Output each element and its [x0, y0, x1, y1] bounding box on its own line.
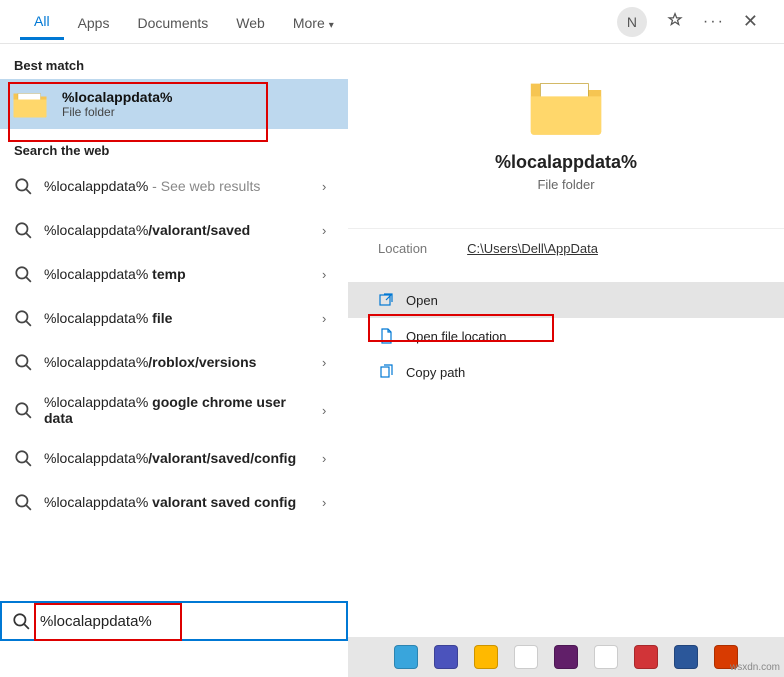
- result-text: %localappdata% - See web results: [44, 178, 310, 194]
- result-text: %localappdata% file: [44, 310, 310, 326]
- search-icon: [14, 401, 32, 419]
- tab-more[interactable]: More▾: [279, 5, 348, 39]
- search-web-header: Search the web: [0, 129, 348, 164]
- result-text: %localappdata%/valorant/saved/config: [44, 450, 310, 466]
- chevron-right-icon[interactable]: ›: [322, 451, 334, 466]
- search-icon: [14, 177, 32, 195]
- chevron-right-icon[interactable]: ›: [322, 311, 334, 326]
- search-icon: [12, 612, 30, 630]
- result-text: %localappdata% google chrome user data: [44, 394, 310, 426]
- taskbar-tool-icon[interactable]: [634, 645, 658, 669]
- taskbar-explorer-icon[interactable]: [474, 645, 498, 669]
- result-item[interactable]: %localappdata%/valorant/saved/config ›: [0, 436, 348, 480]
- preview-subtitle: File folder: [537, 177, 594, 192]
- taskbar-edge-icon[interactable]: [394, 645, 418, 669]
- search-icon: [14, 221, 32, 239]
- folder-icon: [12, 89, 48, 119]
- action-open[interactable]: Open: [348, 282, 784, 318]
- result-text: %localappdata%/valorant/saved: [44, 222, 310, 238]
- chevron-right-icon[interactable]: ›: [322, 495, 334, 510]
- best-match-subtitle: File folder: [62, 105, 172, 119]
- result-item[interactable]: %localappdata%/valorant/saved ›: [0, 208, 348, 252]
- result-item[interactable]: %localappdata% valorant saved config ›: [0, 480, 348, 524]
- action-open-location-label: Open file location: [406, 329, 506, 344]
- result-item[interactable]: %localappdata% file ›: [0, 296, 348, 340]
- open-icon: [378, 292, 394, 308]
- best-match-title: %localappdata%: [62, 89, 172, 105]
- avatar[interactable]: N: [617, 7, 647, 37]
- location-value[interactable]: C:\Users\Dell\AppData: [467, 241, 598, 256]
- more-options-icon[interactable]: ···: [703, 13, 725, 31]
- search-tabs: All Apps Documents Web More▾ N ··· ✕: [0, 0, 784, 44]
- taskbar-word-icon[interactable]: [674, 645, 698, 669]
- chevron-down-icon: ▾: [329, 20, 334, 31]
- result-item[interactable]: %localappdata% - See web results ›: [0, 164, 348, 208]
- action-copy-path[interactable]: Copy path: [348, 354, 784, 390]
- chevron-right-icon[interactable]: ›: [322, 179, 334, 194]
- search-icon: [14, 493, 32, 511]
- tab-all[interactable]: All: [20, 3, 64, 40]
- location-row: Location C:\Users\Dell\AppData: [348, 228, 784, 268]
- result-item[interactable]: %localappdata%/roblox/versions ›: [0, 340, 348, 384]
- tab-web[interactable]: Web: [222, 5, 279, 39]
- preview-title: %localappdata%: [495, 152, 637, 173]
- result-item[interactable]: %localappdata% temp ›: [0, 252, 348, 296]
- taskbar-teams-icon[interactable]: [434, 645, 458, 669]
- action-copy-path-label: Copy path: [406, 365, 465, 380]
- search-input[interactable]: [40, 613, 336, 630]
- chevron-right-icon[interactable]: ›: [322, 355, 334, 370]
- tab-documents[interactable]: Documents: [123, 5, 222, 39]
- tab-apps[interactable]: Apps: [64, 5, 124, 39]
- file-icon: [378, 328, 394, 344]
- chevron-right-icon[interactable]: ›: [322, 403, 334, 418]
- taskbar-chrome2-icon[interactable]: [594, 645, 618, 669]
- action-open-label: Open: [406, 293, 438, 308]
- action-open-location[interactable]: Open file location: [348, 318, 784, 354]
- taskbar-chrome-icon[interactable]: [514, 645, 538, 669]
- chevron-right-icon[interactable]: ›: [322, 223, 334, 238]
- search-icon: [14, 309, 32, 327]
- best-match-header: Best match: [0, 44, 348, 79]
- taskbar-slack-icon[interactable]: [554, 645, 578, 669]
- best-match-item[interactable]: %localappdata% File folder: [0, 79, 348, 129]
- preview-panel: %localappdata% File folder Location C:\U…: [348, 44, 784, 640]
- copy-icon: [378, 364, 394, 380]
- result-text: %localappdata% valorant saved config: [44, 494, 310, 510]
- search-icon: [14, 449, 32, 467]
- results-panel: Best match %localappdata% File folder Se…: [0, 44, 348, 640]
- watermark: wsxdn.com: [730, 662, 780, 673]
- result-text: %localappdata% temp: [44, 266, 310, 282]
- folder-large-icon: [526, 74, 606, 138]
- chevron-right-icon[interactable]: ›: [322, 267, 334, 282]
- search-icon: [14, 265, 32, 283]
- search-bar[interactable]: [0, 601, 348, 641]
- search-icon: [14, 353, 32, 371]
- location-label: Location: [378, 241, 427, 256]
- result-text: %localappdata%/roblox/versions: [44, 354, 310, 370]
- reward-icon[interactable]: [665, 12, 685, 32]
- taskbar: [348, 637, 784, 677]
- close-icon[interactable]: ✕: [743, 11, 758, 32]
- result-item[interactable]: %localappdata% google chrome user data ›: [0, 384, 348, 436]
